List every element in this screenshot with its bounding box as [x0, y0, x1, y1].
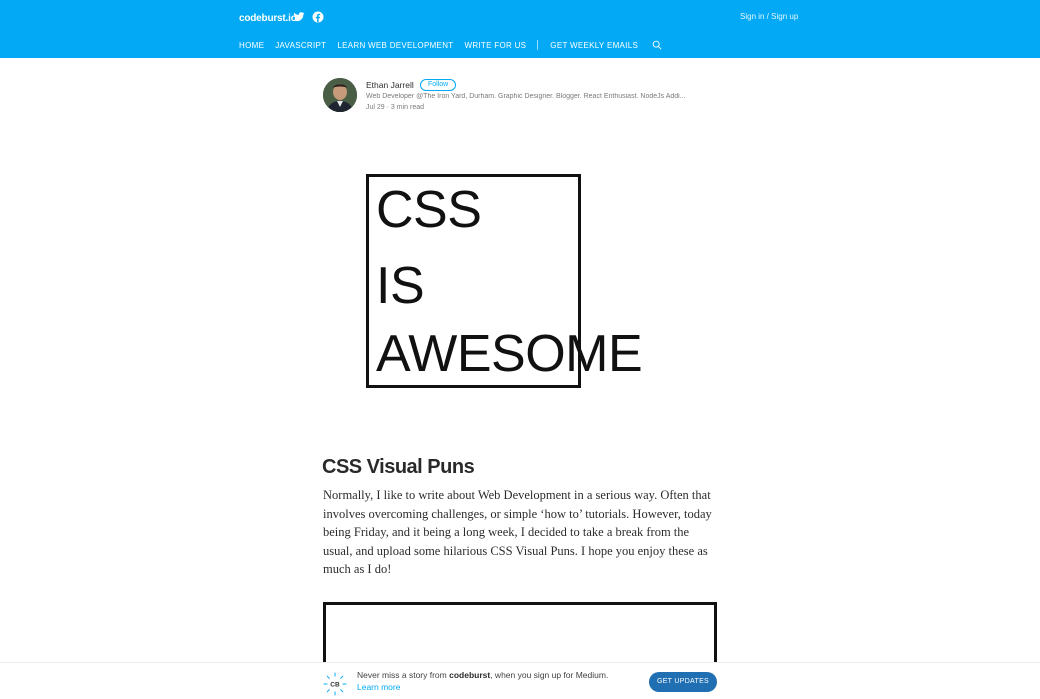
- author-bio: Web Developer @The Iron Yard, Durham. Gr…: [366, 93, 686, 100]
- nav-home[interactable]: HOME: [239, 41, 264, 50]
- nav-get-weekly-emails[interactable]: GET WEEKLY EMAILS: [550, 41, 638, 50]
- learn-more-link[interactable]: Learn more: [357, 682, 400, 692]
- avatar-photo: [323, 78, 357, 112]
- footer-logo-text: CB: [330, 682, 340, 689]
- get-updates-button[interactable]: GET UPDATES: [649, 672, 717, 692]
- nav-learn-web-development[interactable]: LEARN WEB DEVELOPMENT: [337, 41, 453, 50]
- main-nav: HOME JAVASCRIPT LEARN WEB DEVELOPMENT WR…: [239, 40, 662, 50]
- signup-prefix: Never miss a story from: [357, 670, 450, 680]
- hero-line-awesome: AWESOME: [376, 325, 643, 383]
- top-header: codeburst.io Sign in / Sign up HOME JAVA…: [0, 0, 1040, 58]
- post-meta: Jul 29 · 3 min read: [366, 104, 424, 111]
- publication-name: codeburst: [449, 670, 491, 680]
- signup-message: Never miss a story from codeburst, when …: [357, 669, 617, 693]
- post-date: Jul 29: [366, 104, 385, 111]
- signup-suffix: , when you sign up for Medium.: [490, 670, 609, 680]
- follow-button[interactable]: Follow: [420, 79, 457, 91]
- publication-logo[interactable]: codeburst.io: [239, 10, 297, 26]
- hero-line-css: CSS: [376, 181, 482, 239]
- logo-text: codeburst.io: [239, 12, 297, 24]
- read-time: 3 min read: [390, 104, 424, 111]
- signin-link[interactable]: Sign in / Sign up: [740, 12, 798, 21]
- hero-image: CSS IS AWESOME: [323, 158, 717, 402]
- article-paragraph: Normally, I like to write about Web Deve…: [323, 488, 712, 576]
- facebook-icon[interactable]: [312, 11, 324, 23]
- author-name[interactable]: Ethan Jarrell: [366, 80, 414, 90]
- signup-banner: CB Never miss a story from codeburst, wh…: [0, 662, 1040, 699]
- nav-divider: [537, 40, 539, 50]
- article-title: CSS Visual Puns: [322, 456, 475, 478]
- twitter-icon[interactable]: [293, 11, 305, 23]
- author-avatar[interactable]: [323, 78, 357, 112]
- nav-write-for-us[interactable]: WRITE FOR US: [464, 41, 526, 50]
- codeburst-logo-icon: CB: [323, 672, 347, 696]
- search-icon[interactable]: [652, 40, 662, 50]
- hero-line-is: IS: [376, 257, 425, 315]
- nav-javascript[interactable]: JAVASCRIPT: [275, 41, 326, 50]
